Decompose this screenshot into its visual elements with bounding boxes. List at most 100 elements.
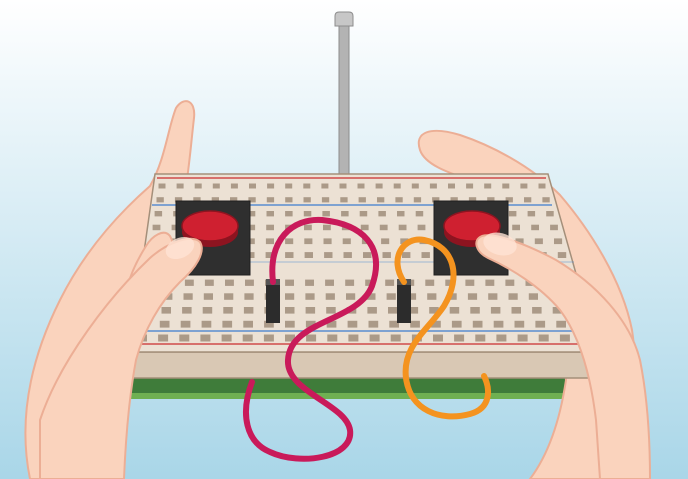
breadboard-hole (429, 183, 437, 189)
breadboard-hole (357, 183, 365, 189)
breadboard-hole (242, 334, 253, 342)
breadboard-hole (161, 307, 171, 314)
breadboard-hole (285, 211, 293, 217)
breadboard-hole (341, 211, 349, 217)
breadboard-hole (535, 320, 546, 328)
breadboard-hole (532, 307, 542, 314)
breadboard-hole (342, 238, 351, 245)
breadboard-hole (340, 197, 348, 203)
breadboard-hole (557, 252, 567, 258)
breadboard-hole (538, 183, 546, 189)
breadboard-hole (402, 252, 411, 258)
breadboard-hole (542, 197, 550, 203)
breadboard-hole (305, 293, 315, 300)
breadboard-hole (222, 320, 233, 328)
breadboard-hole (249, 183, 256, 189)
breadboard-hole (417, 224, 426, 231)
breadboard-hole (433, 334, 443, 342)
breadboard-hole (493, 320, 504, 328)
breadboard-hole (285, 238, 294, 245)
breadboard-hole (556, 320, 566, 328)
breadboard-hole (158, 334, 169, 342)
breadboard-hole (524, 197, 532, 203)
breadboard-hole (345, 279, 355, 286)
breadboard-hole (393, 183, 401, 189)
breadboard-hole (182, 307, 192, 314)
breadboard-hole (158, 183, 166, 189)
breadboard-hole (465, 279, 475, 286)
breadboard-hole (359, 211, 368, 217)
breadboard-hole (339, 183, 347, 189)
breadboard-hole (369, 334, 380, 342)
breadboard-hole (346, 293, 356, 300)
breadboard-hole (363, 252, 372, 258)
breadboard-hole (511, 307, 521, 314)
breadboard-hole (470, 307, 480, 314)
breadboard-hole (514, 320, 525, 328)
breadboard-hole (520, 183, 528, 189)
breadboard-hole (448, 183, 455, 189)
breadboard-hole (546, 211, 554, 217)
breadboard-hole (451, 320, 462, 328)
breadboard-hole (305, 307, 316, 314)
breadboard-hole (200, 334, 211, 342)
breadboard-hole (243, 320, 253, 328)
breadboard-hole (386, 293, 396, 300)
breadboard-hole (324, 252, 333, 258)
breadboard-hole (410, 320, 420, 328)
breadboard-hole (427, 293, 437, 300)
breadboard-hole (322, 211, 330, 217)
breadboard-hole (496, 334, 507, 342)
breadboard-hole (347, 320, 358, 328)
breadboard-hole (415, 211, 424, 217)
breadboard-hole (538, 334, 549, 342)
breadboard-hole (475, 334, 486, 342)
breadboard-hole (528, 293, 538, 300)
breadboard-hole (303, 197, 311, 203)
breadboard-hole (201, 320, 212, 328)
breadboard-hole (266, 211, 274, 217)
breadboard-hole (244, 293, 254, 300)
breadboard-hole (390, 334, 401, 342)
breadboard-hole (223, 307, 233, 314)
breadboard-hole (381, 238, 390, 245)
breadboard-hole (267, 183, 275, 189)
breadboard-hole (263, 334, 274, 342)
breadboard-hole (265, 238, 274, 245)
breadboard-hole (285, 279, 294, 286)
breadboard-hole (382, 252, 391, 258)
breadboard-hole (454, 334, 465, 342)
breadboard-hole (321, 183, 329, 189)
breadboard-hole (348, 334, 359, 342)
breadboard-hole (397, 211, 405, 217)
breadboard-hole (534, 238, 543, 245)
breadboard-hole (306, 334, 317, 342)
header-pin-left-icon (266, 279, 280, 323)
breadboard-hole (212, 183, 220, 189)
breadboard-hole (303, 211, 312, 217)
breadboard-hole (303, 183, 311, 189)
breadboard-hole (245, 279, 254, 286)
breadboard-hole (517, 334, 528, 342)
breadboard-hole (285, 197, 293, 203)
breadboard-hole (159, 320, 170, 328)
breadboard-hole (425, 279, 435, 286)
breadboard-hole (266, 197, 275, 203)
breadboard-hole (378, 211, 386, 217)
breadboard-hole (285, 293, 295, 300)
breadboard-hole (512, 224, 520, 231)
breadboard-hole (184, 279, 194, 286)
breadboard-hole (305, 279, 314, 286)
breadboard-hole (176, 183, 184, 189)
breadboard-hole (203, 293, 213, 300)
breadboard-hole (224, 293, 234, 300)
breadboard-hole (285, 320, 295, 328)
breadboard-hole (466, 183, 474, 189)
breadboard-hole (490, 307, 501, 314)
breadboard-hole (225, 279, 234, 286)
breadboard-hole (358, 197, 366, 203)
breadboard-hole (304, 238, 313, 245)
breadboard-hole (508, 293, 518, 300)
breadboard-hole (472, 320, 483, 328)
breadboard-hole (367, 307, 377, 314)
